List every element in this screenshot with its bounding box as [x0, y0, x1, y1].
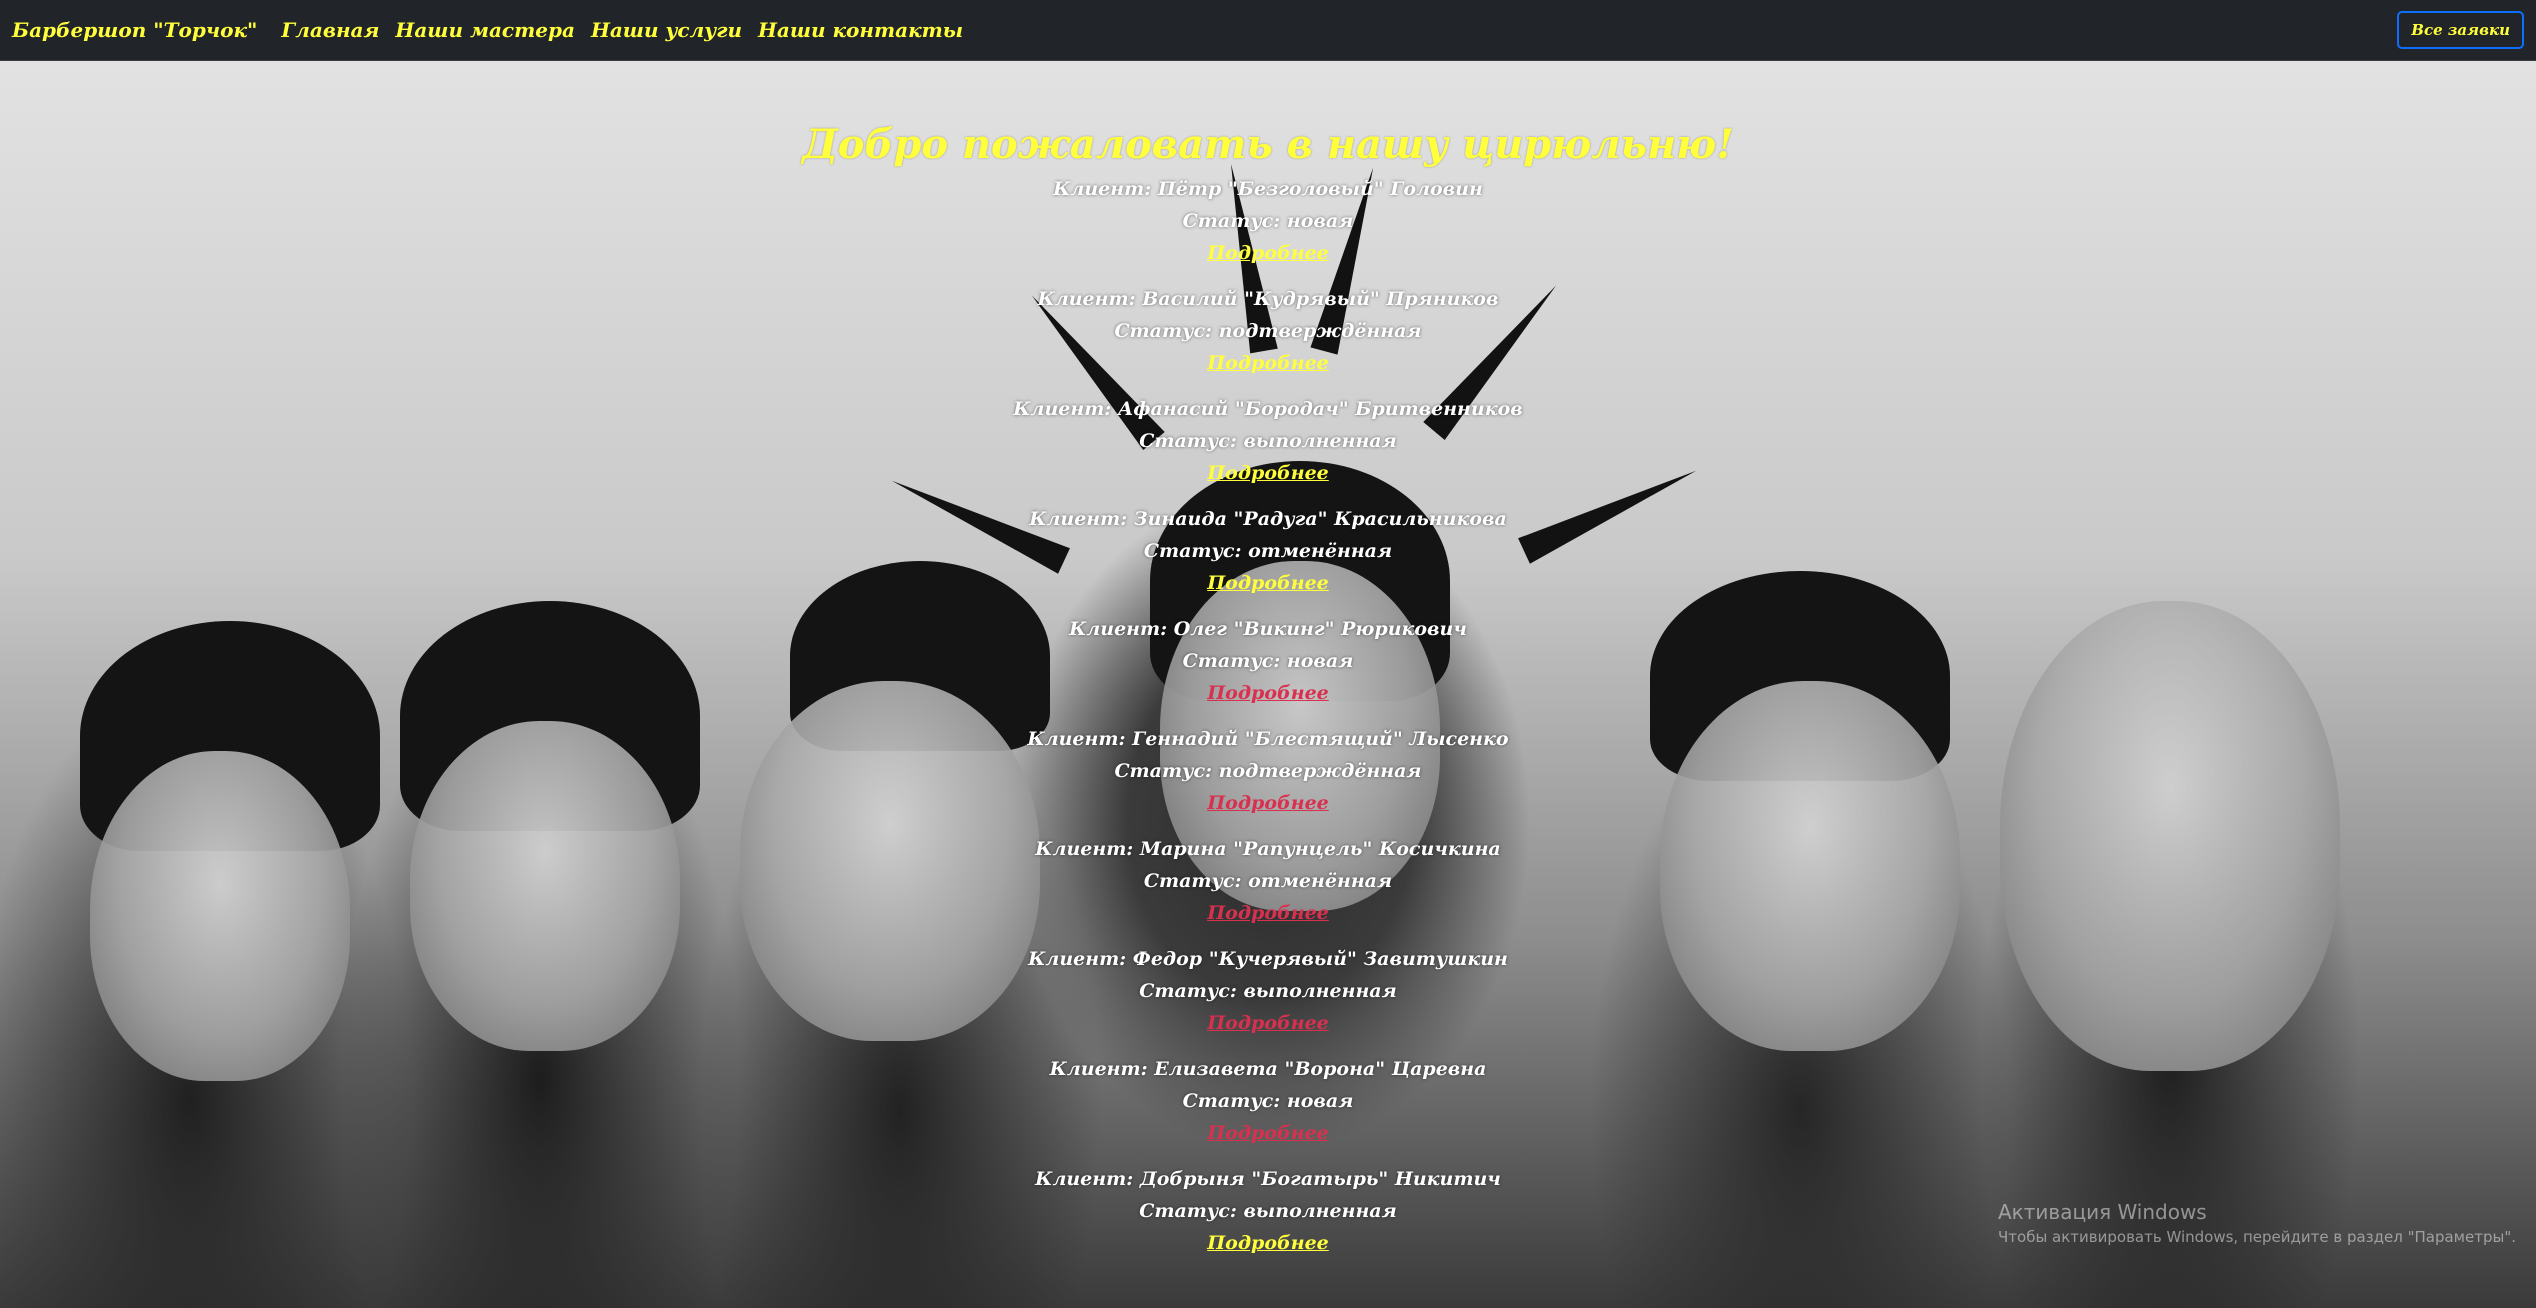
brand-link[interactable]: Барбершоп "Торчок": [12, 18, 257, 42]
windows-activation-watermark: Активация Windows Чтобы активировать Win…: [1998, 1198, 2516, 1248]
order-client: Клиент: Афанасий "Бородач" Бритвенников: [1013, 398, 1523, 420]
nav-link-services[interactable]: Наши услуги: [591, 18, 742, 42]
order-details-link[interactable]: Подробнее: [1207, 1227, 1329, 1259]
order-client: Клиент: Марина "Рапунцель" Косичкина: [1035, 838, 1501, 860]
order-status: Статус: подтверждённая: [1114, 320, 1422, 342]
order-client: Клиент: Геннадий "Блестящий" Лысенко: [1027, 728, 1509, 750]
order-details-link[interactable]: Подробнее: [1207, 457, 1329, 489]
order-details-link[interactable]: Подробнее: [1207, 897, 1329, 929]
order-details-link[interactable]: Подробнее: [1207, 567, 1329, 599]
order-client: Клиент: Зинаида "Радуга" Красильникова: [1029, 508, 1507, 530]
order-client: Клиент: Федор "Кучерявый" Завитушкин: [1028, 948, 1508, 970]
order-item: Клиент: Елизавета "Ворона" Царевна Статус…: [0, 1053, 2536, 1149]
order-item: Клиент: Олег "Викинг" Рюрикович Статус: н…: [0, 613, 2536, 709]
order-status: Статус: новая: [1182, 650, 1354, 672]
order-item: Клиент: Василий "Кудрявый" Пряников Стату…: [0, 283, 2536, 379]
order-client: Клиент: Добрыня "Богатырь" Никитич: [1035, 1168, 1501, 1190]
main-content: Добро пожаловать в нашу цирюльню! Клиент…: [0, 61, 2536, 1273]
order-status: Статус: отменённая: [1143, 870, 1393, 892]
order-status: Статус: новая: [1182, 210, 1354, 232]
order-item: Клиент: Афанасий "Бородач" Бритвенников С…: [0, 393, 2536, 489]
order-status: Статус: новая: [1182, 1090, 1354, 1112]
watermark-subtitle: Чтобы активировать Windows, перейдите в …: [1998, 1228, 2516, 1246]
nav-link-home[interactable]: Главная: [281, 18, 379, 42]
order-status: Статус: выполненная: [1139, 980, 1397, 1002]
navbar-right: Все заявки: [2397, 11, 2524, 49]
nav-link-contacts[interactable]: Наши контакты: [758, 18, 963, 42]
order-item: Клиент: Геннадий "Блестящий" Лысенко Стат…: [0, 723, 2536, 819]
order-details-link[interactable]: Подробнее: [1207, 237, 1329, 269]
order-status: Статус: выполненная: [1139, 430, 1397, 452]
order-details-link[interactable]: Подробнее: [1207, 1117, 1329, 1149]
order-item: Клиент: Федор "Кучерявый" Завитушкин Стат…: [0, 943, 2536, 1039]
order-client: Клиент: Василий "Кудрявый" Пряников: [1037, 288, 1499, 310]
order-status: Статус: подтверждённая: [1114, 760, 1422, 782]
nav-link-masters[interactable]: Наши мастера: [395, 18, 575, 42]
order-details-link[interactable]: Подробнее: [1207, 347, 1329, 379]
page-title: Добро пожаловать в нашу цирюльню!: [802, 121, 1734, 168]
top-navbar: Барбершоп "Торчок" Главная Наши мастера …: [0, 0, 2536, 61]
orders-list: Клиент: Пётр "Безголовый" Головин Статус:…: [0, 173, 2536, 1259]
order-status: Статус: отменённая: [1143, 540, 1393, 562]
order-client: Клиент: Елизавета "Ворона" Царевна: [1049, 1058, 1487, 1080]
order-item: Клиент: Зинаида "Радуга" Красильникова Ст…: [0, 503, 2536, 599]
order-details-link[interactable]: Подробнее: [1207, 677, 1329, 709]
order-details-link[interactable]: Подробнее: [1207, 1007, 1329, 1039]
all-requests-button[interactable]: Все заявки: [2397, 11, 2524, 49]
watermark-title: Активация Windows: [1998, 1200, 2207, 1224]
order-client: Клиент: Олег "Викинг" Рюрикович: [1069, 618, 1467, 640]
order-item: Клиент: Марина "Рапунцель" Косичкина Стат…: [0, 833, 2536, 929]
order-client: Клиент: Пётр "Безголовый" Головин: [1053, 178, 1483, 200]
order-details-link[interactable]: Подробнее: [1207, 787, 1329, 819]
order-item: Клиент: Пётр "Безголовый" Головин Статус:…: [0, 173, 2536, 269]
